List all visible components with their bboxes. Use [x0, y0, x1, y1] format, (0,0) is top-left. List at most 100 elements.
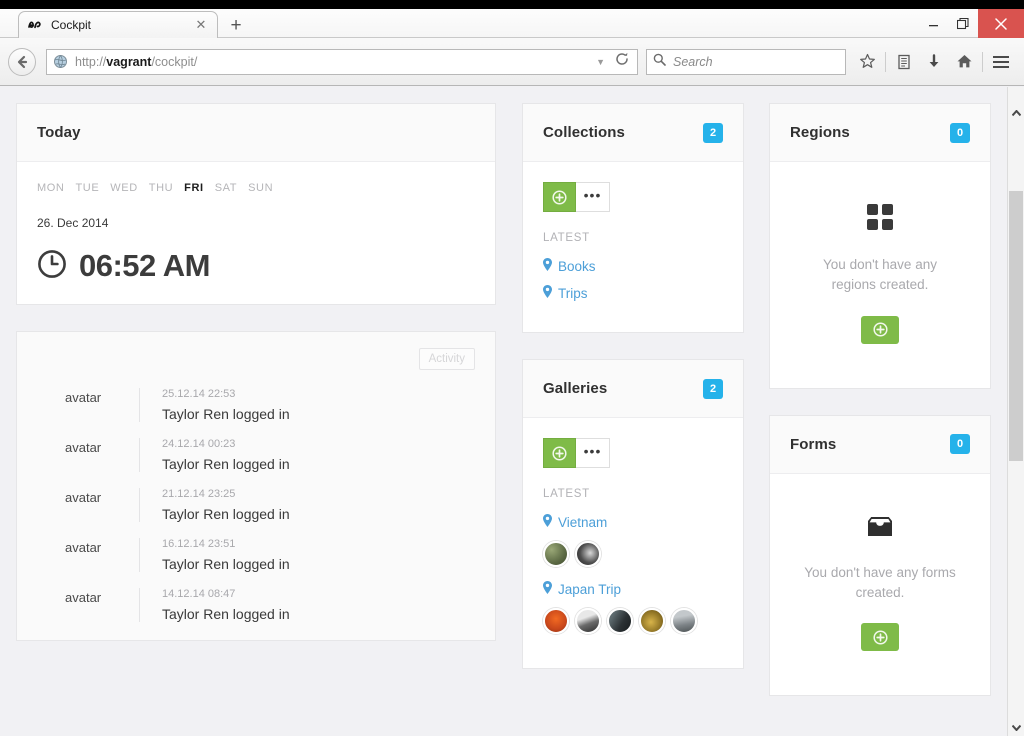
map-pin-icon: [543, 285, 552, 301]
activity-text: Taylor Ren logged in: [162, 556, 475, 572]
window-close-button[interactable]: [978, 9, 1024, 38]
grid-squares-icon: [800, 204, 960, 235]
weekday-sat: SAT: [215, 182, 237, 194]
regions-card: Regions 0: [769, 103, 991, 389]
forms-empty-text: You don't have any forms created.: [800, 563, 960, 604]
cockpit-dashboard: Today MON TUE WED THU FRI SAT SUN: [0, 87, 1007, 736]
map-pin-icon: [543, 258, 552, 274]
scrollbar-down-icon[interactable]: [1008, 719, 1024, 736]
today-card: Today MON TUE WED THU FRI SAT SUN: [16, 103, 496, 305]
add-region-button[interactable]: [861, 316, 899, 344]
today-card-header: Today: [17, 104, 495, 162]
gallery-link-vietnam[interactable]: Vietnam: [543, 514, 723, 530]
collection-link-books[interactable]: Books: [543, 258, 723, 274]
regions-title: Regions: [790, 124, 850, 141]
collection-label: Books: [558, 259, 596, 274]
toolbar-icons: [852, 47, 1016, 77]
map-pin-icon: [543, 581, 552, 597]
back-button[interactable]: [8, 48, 36, 76]
galleries-card-header: Galleries 2: [523, 360, 743, 418]
forms-title: Forms: [790, 436, 836, 453]
activity-list-item: avatar 21.12.14 23:25 Taylor Ren logged …: [37, 480, 475, 530]
regions-count-badge: 0: [950, 123, 970, 143]
regions-card-body: You don't have any regions created.: [770, 162, 990, 388]
today-date: 26. Dec 2014: [37, 216, 475, 230]
star-icon[interactable]: [852, 47, 882, 77]
collections-card-header: Collections 2: [523, 104, 743, 162]
browser-tab-cockpit[interactable]: Cockpit ✕: [18, 11, 218, 38]
url-text: http://vagrant/cockpit/: [75, 55, 590, 69]
chevron-down-icon[interactable]: ▼: [590, 57, 611, 67]
window-restore-button[interactable]: [948, 9, 978, 38]
browser-window: Cockpit ✕ +: [0, 0, 1024, 736]
inbox-icon: [800, 516, 960, 543]
activity-timestamp: 14.12.14 08:47: [162, 588, 475, 600]
forms-card-header: Forms 0: [770, 416, 990, 474]
collection-label: Trips: [558, 286, 588, 301]
add-gallery-button[interactable]: [543, 438, 576, 468]
new-tab-button[interactable]: +: [222, 14, 250, 38]
collections-card: Collections 2 •: [522, 103, 744, 333]
scrollbar-thumb[interactable]: [1009, 191, 1023, 461]
collections-count-badge: 2: [703, 123, 723, 143]
forms-count-badge: 0: [950, 434, 970, 454]
activity-list-item: avatar 24.12.14 00:23 Taylor Ren logged …: [37, 430, 475, 480]
gallery-thumbnail[interactable]: [543, 541, 569, 567]
browser-navbar: http://vagrant/cockpit/ ▼ Search: [0, 38, 1024, 86]
dashboard-column-left: Today MON TUE WED THU FRI SAT SUN: [16, 103, 496, 722]
activity-card: Activity avatar 25.12.14 22:53 Taylor Re…: [16, 331, 496, 641]
gallery-thumbs-japan-trip: [543, 608, 723, 634]
gallery-label: Japan Trip: [558, 582, 621, 597]
galleries-title: Galleries: [543, 380, 607, 397]
tab-close-icon[interactable]: ✕: [193, 17, 209, 33]
regions-empty-state: You don't have any regions created.: [790, 182, 970, 368]
home-icon[interactable]: [949, 47, 979, 77]
collections-latest-label: LATEST: [543, 232, 723, 244]
gallery-thumbnail[interactable]: [575, 541, 601, 567]
galleries-more-button[interactable]: •••: [576, 438, 610, 468]
weekday-strip: MON TUE WED THU FRI SAT SUN: [37, 182, 475, 194]
galleries-card: Galleries 2 •••: [522, 359, 744, 669]
page-viewport: Today MON TUE WED THU FRI SAT SUN: [0, 87, 1024, 736]
activity-text: Taylor Ren logged in: [162, 456, 475, 472]
gallery-thumbnail[interactable]: [543, 608, 569, 634]
gallery-thumbnail[interactable]: [575, 608, 601, 634]
activity-button[interactable]: Activity: [419, 348, 475, 370]
galleries-card-body: ••• LATEST Vietnam: [523, 418, 743, 668]
download-icon[interactable]: [919, 47, 949, 77]
search-icon: [653, 53, 667, 71]
search-bar[interactable]: Search: [646, 49, 846, 75]
library-icon[interactable]: [889, 47, 919, 77]
gallery-thumbnail[interactable]: [607, 608, 633, 634]
browser-titlebar: Cockpit ✕ +: [0, 0, 1024, 38]
weekday-thu: THU: [149, 182, 173, 194]
avatar: avatar: [65, 438, 139, 472]
collections-more-button[interactable]: •••: [576, 182, 610, 212]
activity-text: Taylor Ren logged in: [162, 406, 475, 422]
today-time: 06:52 AM: [79, 248, 210, 284]
gallery-link-japan-trip[interactable]: Japan Trip: [543, 581, 723, 597]
menu-icon[interactable]: [986, 47, 1016, 77]
activity-text: Taylor Ren logged in: [162, 506, 475, 522]
weekday-tue: TUE: [75, 182, 99, 194]
add-form-button[interactable]: [861, 623, 899, 651]
gallery-thumbnail[interactable]: [639, 608, 665, 634]
today-card-body: MON TUE WED THU FRI SAT SUN 26. Dec 2014: [17, 162, 495, 304]
forms-card: Forms 0 You don: [769, 415, 991, 697]
activity-timestamp: 16.12.14 23:51: [162, 538, 475, 550]
page-scrollbar[interactable]: [1007, 87, 1024, 736]
toolbar-divider: [885, 52, 886, 72]
add-collection-button[interactable]: [543, 182, 576, 212]
window-minimize-button[interactable]: [918, 9, 948, 38]
today-clock-row: 06:52 AM: [37, 248, 475, 284]
gallery-thumbnail[interactable]: [671, 608, 697, 634]
scrollbar-up-icon[interactable]: [1008, 105, 1024, 122]
weekday-mon: MON: [37, 182, 64, 194]
collection-link-trips[interactable]: Trips: [543, 285, 723, 301]
activity-timestamp: 25.12.14 22:53: [162, 388, 475, 400]
clock-icon: [37, 249, 67, 284]
avatar: avatar: [65, 538, 139, 572]
reload-icon[interactable]: [611, 52, 633, 71]
url-bar[interactable]: http://vagrant/cockpit/ ▼: [46, 49, 638, 75]
activity-toolbar: Activity: [37, 348, 475, 370]
